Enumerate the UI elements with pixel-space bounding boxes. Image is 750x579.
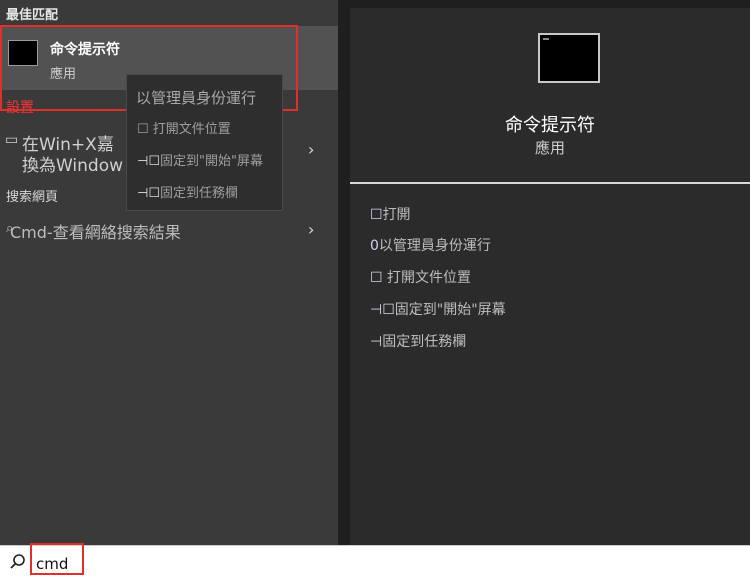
web-search-result[interactable]: ⌕ Cmd-查看網絡搜索結果 › — [0, 218, 338, 242]
action-label: 打開文件位置 — [382, 270, 472, 286]
menu-item-label: 固定到"開始"屏幕 — [159, 154, 263, 169]
web-search-header: 搜索網頁 — [6, 190, 59, 205]
action-label: 固定到"開始"屏幕 — [394, 302, 506, 318]
action-label: 固定到任務欄 — [382, 334, 467, 350]
settings-result-line2: 換為Window — [22, 156, 124, 176]
pin-icon: ⊣☐ — [370, 302, 395, 318]
search-bar[interactable]: cmd — [0, 545, 750, 579]
pin-icon: ⊣☐ — [137, 154, 160, 169]
menu-item-pin-to-taskbar[interactable]: ⊣☐固定到任務欄 — [137, 182, 238, 201]
cmd-large-icon — [538, 33, 600, 83]
folder-icon: ☐ — [137, 122, 153, 137]
menu-item-run-as-admin[interactable]: 以管理員身份運行 — [136, 87, 256, 108]
detail-app-name: 命令提示符 — [505, 115, 595, 136]
best-match-header: 最佳匹配 — [6, 8, 59, 23]
detail-app-type: 應用 — [534, 139, 565, 157]
detail-card: 命令提示符 應用 ☐打開 0以管理員身份運行 ☐ 打開文件位置 ⊣☐固定到"開始… — [350, 8, 750, 545]
menu-item-open-file-location[interactable]: ☐ 打開文件位置 — [137, 118, 231, 137]
detail-divider — [350, 182, 750, 184]
chevron-right-icon: › — [308, 220, 315, 239]
switch-icon: ▭ — [5, 132, 19, 148]
pin-icon: ⊣ — [370, 334, 383, 350]
action-pin-to-taskbar[interactable]: ⊣固定到任務欄 — [370, 331, 466, 351]
context-menu: 以管理員身份運行 ☐ 打開文件位置 ⊣☐固定到"開始"屏幕 ⊣☐固定到任務欄 — [126, 74, 283, 211]
web-search-result-label: Cmd-查看網絡搜索結果 — [10, 223, 181, 242]
action-open-file-location[interactable]: ☐ 打開文件位置 — [370, 267, 471, 287]
detail-pane: 命令提示符 應用 ☐打開 0以管理員身份運行 ☐ 打開文件位置 ⊣☐固定到"開始… — [338, 0, 750, 545]
action-pin-to-start[interactable]: ⊣☐固定到"開始"屏幕 — [370, 299, 506, 319]
pin-icon: ⊣☐ — [137, 186, 160, 201]
folder-icon: ☐ — [370, 270, 383, 286]
action-label: 打開 — [382, 207, 411, 223]
action-run-as-admin[interactable]: 0以管理員身份運行 — [370, 235, 491, 255]
open-icon: ☐ — [370, 207, 383, 223]
admin-shield-icon: 0 — [370, 238, 379, 254]
action-open[interactable]: ☐打開 — [370, 204, 411, 224]
chevron-right-icon: › — [308, 140, 315, 159]
menu-item-label: 固定到任務欄 — [159, 186, 238, 201]
menu-item-label: 打開文件位置 — [152, 122, 231, 137]
highlight-box-search-query — [30, 543, 84, 575]
search-icon — [10, 554, 25, 569]
menu-item-pin-to-start[interactable]: ⊣☐固定到"開始"屏幕 — [137, 150, 263, 169]
action-label: 以管理員身份運行 — [378, 238, 491, 254]
